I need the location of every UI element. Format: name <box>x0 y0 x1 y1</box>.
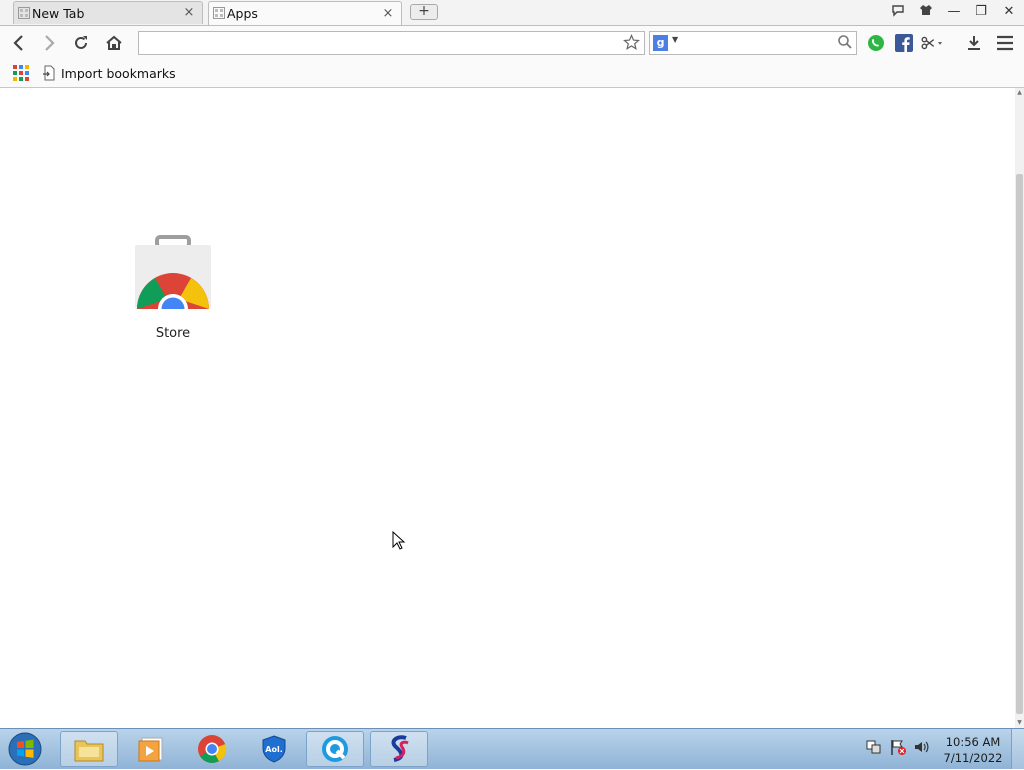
shirt-theme-icon[interactable] <box>915 3 937 21</box>
media-player-icon <box>138 737 163 762</box>
apps-favicon-icon <box>213 7 225 19</box>
scissors-extension-icon[interactable] <box>921 32 943 54</box>
clock-time: 10:56 AM <box>945 735 1001 749</box>
restore-button[interactable]: ❐ <box>970 3 992 21</box>
taskbar: Aol. 10:56 AM 7/11/2022 <box>0 728 1024 769</box>
chrome-web-store-icon <box>133 235 213 313</box>
import-bookmarks-link[interactable]: Import bookmarks <box>43 64 176 82</box>
reload-button[interactable] <box>70 32 92 54</box>
tab-strip: New Tab × Apps × + — ❐ ✕ <box>0 0 1024 25</box>
taskbar-aol-shield[interactable]: Aol. <box>245 731 303 767</box>
show-desktop-button[interactable] <box>1011 729 1024 769</box>
whatsapp-extension-icon[interactable] <box>865 32 887 54</box>
svg-text:Aol.: Aol. <box>265 745 282 754</box>
import-document-icon <box>43 65 55 81</box>
system-clock[interactable]: 10:56 AM 7/11/2022 <box>940 734 1006 766</box>
google-search-engine-icon[interactable]: g <box>653 35 668 51</box>
vertical-scrollbar[interactable]: ▲ ▼ <box>1015 88 1024 728</box>
taskbar-explorer[interactable] <box>60 731 118 767</box>
taskbar-s-app[interactable] <box>370 731 428 767</box>
back-arrow-icon <box>13 35 23 51</box>
menu-hamburger-icon[interactable] <box>994 32 1016 54</box>
start-button[interactable] <box>6 731 46 767</box>
tray-volume-icon[interactable] <box>912 735 932 759</box>
import-bookmarks-label: Import bookmarks <box>61 65 176 81</box>
home-button[interactable] <box>103 32 125 54</box>
forward-arrow-icon <box>45 35 55 51</box>
taskbar-media-player[interactable] <box>122 731 180 767</box>
toolbar: g ▼ <box>0 25 1024 60</box>
scroll-down-arrow-icon[interactable]: ▼ <box>1015 718 1024 728</box>
tab-title: Apps <box>227 6 258 21</box>
q-app-icon <box>322 736 348 762</box>
chrome-icon <box>198 735 227 763</box>
clock-date: 7/11/2022 <box>943 751 1003 765</box>
new-tab-button[interactable]: + <box>410 4 438 20</box>
app-tile-store[interactable]: Store <box>128 233 218 348</box>
search-icon[interactable] <box>837 34 853 53</box>
url-input[interactable] <box>143 33 617 55</box>
reload-icon <box>75 36 87 49</box>
bookmarks-bar: Import bookmarks <box>0 59 1024 88</box>
apps-page: Store <box>0 88 1016 728</box>
apps-grid-icon[interactable] <box>12 63 32 83</box>
tab-apps[interactable]: Apps × <box>208 1 402 25</box>
home-icon <box>106 35 122 50</box>
scroll-thumb[interactable] <box>1016 174 1023 714</box>
download-icon[interactable] <box>963 32 985 54</box>
tab-close-icon[interactable]: × <box>381 6 395 21</box>
windows-explorer-icon <box>74 740 104 762</box>
omnibox[interactable] <box>138 31 645 55</box>
engine-dropdown-icon[interactable]: ▼ <box>672 35 678 44</box>
tab-title: New Tab <box>32 5 85 21</box>
forward-button[interactable] <box>38 32 60 54</box>
close-window-button[interactable]: ✕ <box>998 3 1020 21</box>
tab-new-tab[interactable]: New Tab × <box>13 1 203 24</box>
tray-action-center-flag-icon[interactable] <box>888 735 908 759</box>
search-box[interactable]: g ▼ <box>649 31 857 55</box>
scroll-up-arrow-icon[interactable]: ▲ <box>1015 88 1024 98</box>
app-label: Store <box>155 326 191 341</box>
search-input[interactable] <box>684 33 838 55</box>
tab-close-icon[interactable]: × <box>182 6 196 20</box>
back-button[interactable] <box>8 32 30 54</box>
aol-shield-icon: Aol. <box>262 735 286 763</box>
facebook-extension-icon[interactable] <box>893 32 915 54</box>
windows-start-orb-icon <box>8 732 42 766</box>
taskbar-q-app[interactable] <box>306 731 364 767</box>
chat-bubble-icon[interactable] <box>887 3 909 21</box>
new-tab-favicon-icon <box>18 7 30 19</box>
s-app-icon <box>391 735 409 762</box>
minimize-button[interactable]: — <box>943 3 965 21</box>
bookmark-star-icon[interactable] <box>623 33 640 54</box>
mouse-cursor-icon <box>392 531 406 550</box>
tray-network-icon[interactable] <box>864 735 884 759</box>
taskbar-chrome[interactable] <box>183 731 241 767</box>
